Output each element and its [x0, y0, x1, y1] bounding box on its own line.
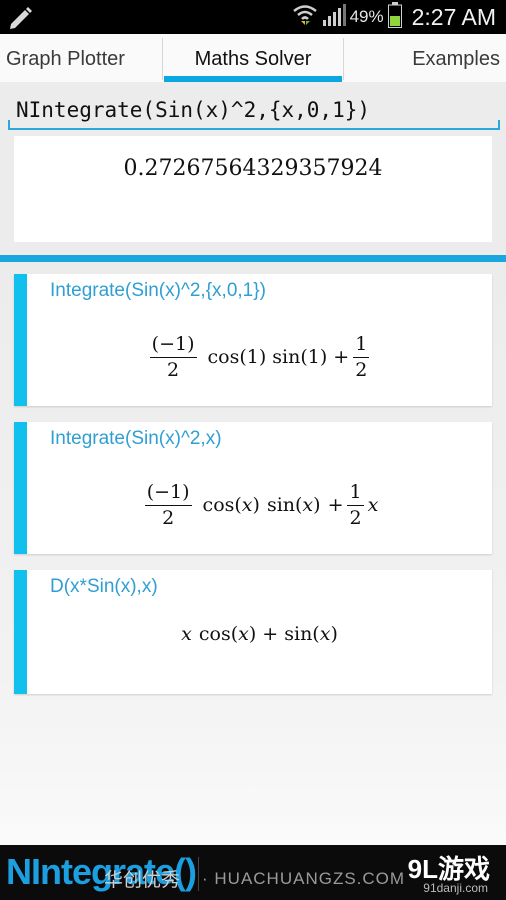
tab-bar: Graph Plotter Maths Solver Examples: [0, 34, 506, 82]
math-text: cos(1) sin(1) +: [207, 346, 350, 368]
battery-icon: [387, 1, 402, 33]
tab-examples[interactable]: Examples: [412, 34, 500, 82]
fraction-numerator: (−1): [144, 481, 192, 506]
fraction: 1 2: [353, 333, 370, 381]
history-query: D(x*Sin(x),x): [50, 576, 158, 597]
input-underline: [8, 128, 500, 130]
battery-percent: 49%: [349, 7, 384, 26]
tab-graph-plotter[interactable]: Graph Plotter: [6, 34, 125, 82]
history-query: Integrate(Sin(x)^2,{x,0,1}): [50, 280, 266, 301]
fraction-denominator: 2: [355, 358, 368, 381]
history-list: Integrate(Sin(x)^2,{x,0,1}) (−1) 2 cos(1…: [0, 262, 506, 845]
status-bar: 49% 2:27 AM: [0, 0, 506, 34]
math-variable: x: [367, 494, 379, 516]
fraction: (−1) 2: [144, 481, 192, 529]
history-card[interactable]: Integrate(Sin(x)^2,{x,0,1}) (−1) 2 cos(1…: [14, 274, 492, 406]
input-underline-right: [498, 120, 500, 130]
fraction-denominator: 2: [349, 506, 362, 529]
banner-chinese-text: 华创优秀: [104, 870, 181, 891]
card-accent-bar: [14, 274, 27, 406]
card-accent-bar: [14, 570, 27, 694]
result-value: 0.27267564329357924: [123, 156, 383, 181]
math-variable: x: [302, 494, 314, 516]
pencil-icon: [8, 5, 34, 34]
fraction: 1 2: [347, 481, 364, 529]
fraction: (−1) 2: [149, 333, 197, 381]
math-text: sin(: [266, 494, 303, 516]
history-result-math: (−1) 2 cos(x) sin(x) + 1 2 x: [27, 470, 492, 540]
math-text: cos(: [198, 623, 239, 645]
history-result-math: x cos(x) + sin(x): [27, 618, 492, 650]
math-text: ): [313, 494, 321, 516]
section-divider: [0, 255, 506, 262]
expression-input[interactable]: [8, 92, 504, 128]
math-variable: x: [238, 623, 249, 645]
tab-divider: [162, 38, 163, 80]
math-variable: x: [181, 623, 192, 645]
tab-divider: [343, 38, 344, 80]
logo-subtitle: 91danji.com: [423, 881, 488, 895]
math-text: cos(: [202, 494, 242, 516]
history-result-math: (−1) 2 cos(1) sin(1) + 1 2: [27, 322, 492, 392]
math-variable: x: [241, 494, 253, 516]
fraction-denominator: 2: [167, 358, 180, 381]
solver-panel: 0.27267564329357924: [0, 82, 506, 258]
tab-maths-solver[interactable]: Maths Solver: [164, 34, 342, 82]
fraction-numerator: 1: [353, 333, 370, 358]
history-card[interactable]: Integrate(Sin(x)^2,x) (−1) 2 cos(x) sin(…: [14, 422, 492, 554]
fraction-denominator: 2: [162, 506, 175, 529]
math-variable: x: [319, 623, 331, 645]
history-card[interactable]: D(x*Sin(x),x) x cos(x) + sin(x): [14, 570, 492, 694]
fraction-numerator: (−1): [149, 333, 197, 358]
math-text: ) + sin(: [248, 623, 320, 645]
result-box: 0.27267564329357924: [14, 136, 492, 242]
signal-icon: [322, 3, 346, 31]
math-text: +: [327, 494, 344, 516]
bottom-banner: NIntegrate() 华创优秀 · HUACHUANGZS.COM 9L游戏…: [0, 845, 506, 900]
wifi-icon: [292, 3, 318, 32]
card-accent-bar: [14, 422, 27, 554]
clock: 2:27 AM: [411, 3, 496, 30]
banner-divider: [198, 857, 199, 891]
fraction-numerator: 1: [347, 481, 364, 506]
math-text: ): [252, 494, 260, 516]
math-text: ): [330, 623, 338, 645]
banner-domain: · HUACHUANGZS.COM: [202, 869, 406, 888]
history-query: Integrate(Sin(x)^2,x): [50, 428, 222, 449]
